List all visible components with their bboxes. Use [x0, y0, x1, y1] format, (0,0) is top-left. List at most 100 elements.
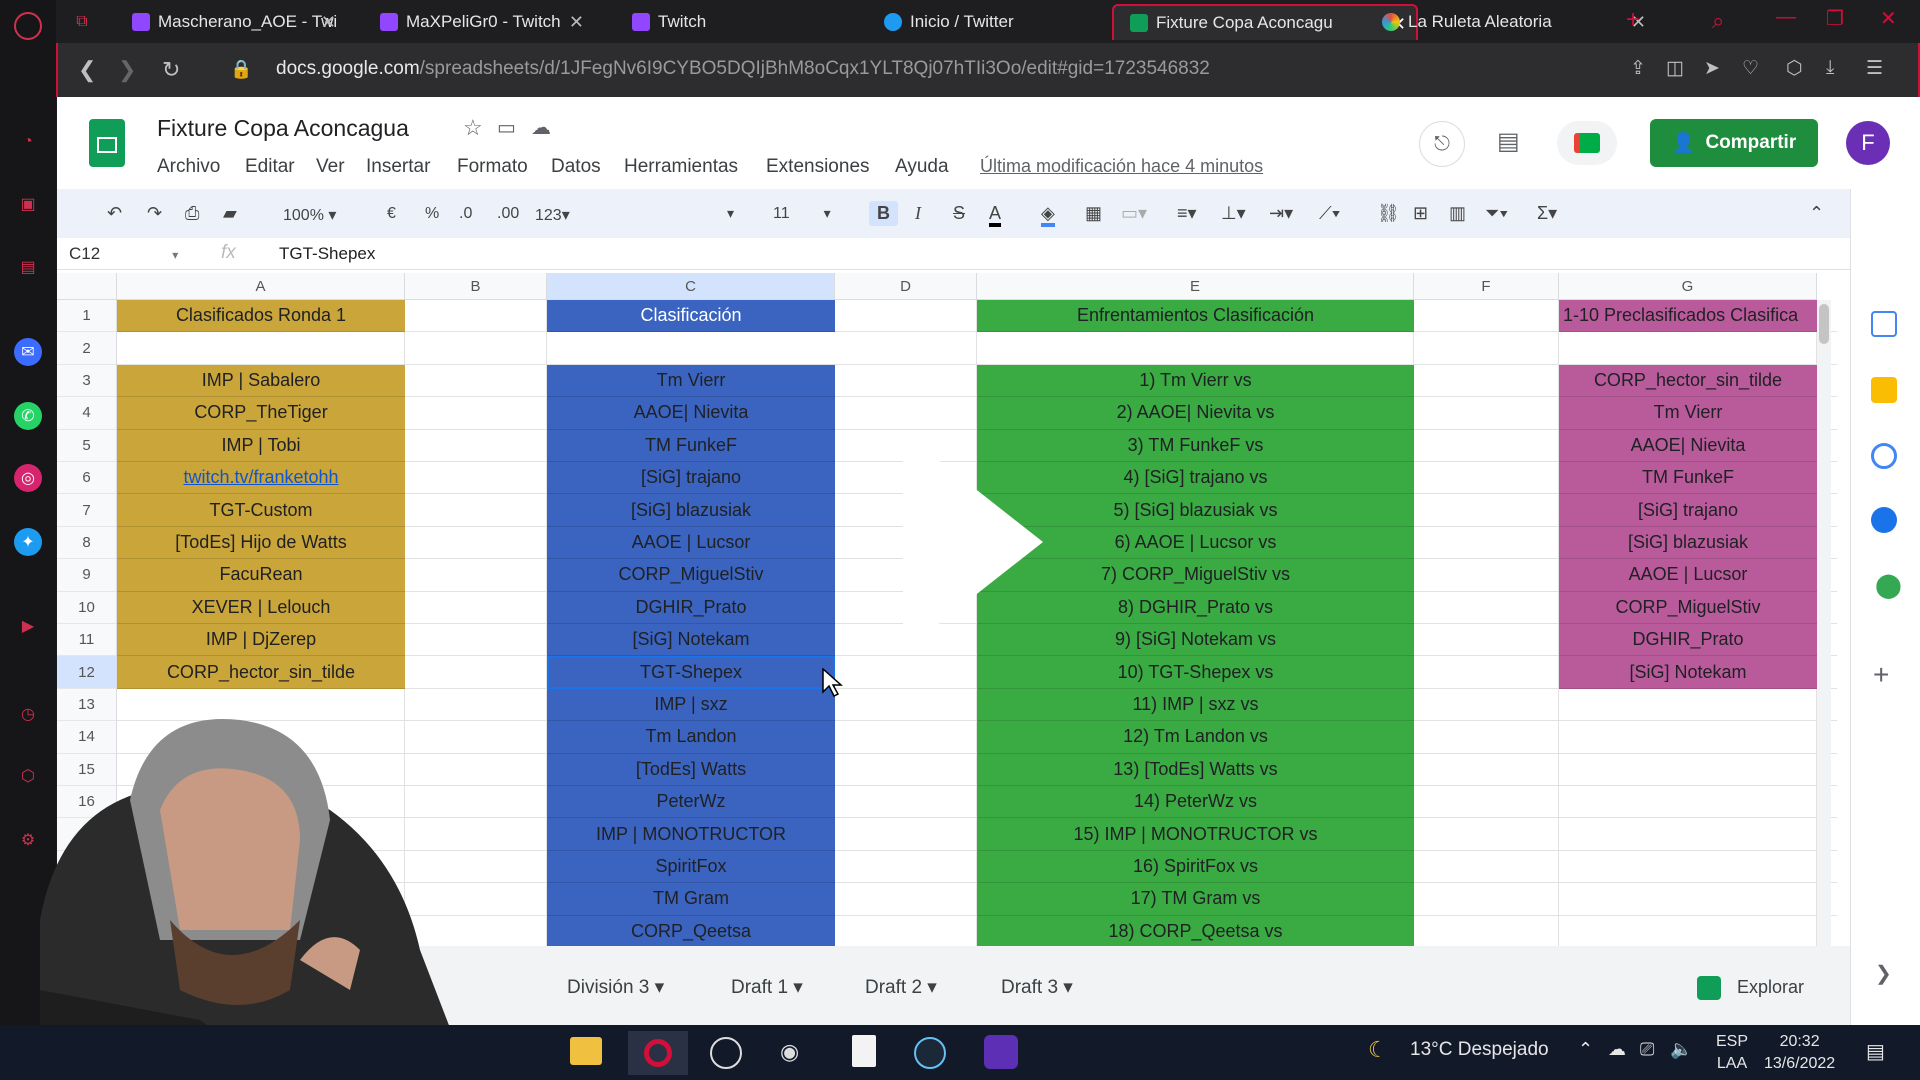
- sheet-tab-draft-2[interactable]: Draft 2 ▾: [865, 976, 937, 999]
- row-header-10[interactable]: 10: [57, 591, 117, 624]
- tab-mascherano[interactable]: Mascherano_AOE - Twi ✕: [116, 4, 346, 40]
- tab-ruleta[interactable]: La Ruleta Aleatoria ✕: [1366, 4, 1656, 40]
- document-title[interactable]: Fixture Copa Aconcagua: [157, 115, 409, 142]
- restore-icon[interactable]: ❐: [1826, 6, 1844, 31]
- new-tab-icon[interactable]: +: [1626, 6, 1640, 34]
- paint-format-icon[interactable]: ▰: [223, 203, 237, 224]
- whatsapp-icon[interactable]: ✆: [14, 402, 42, 430]
- text-color-button[interactable]: A: [989, 203, 1002, 227]
- avatar[interactable]: F: [1846, 121, 1890, 165]
- cell-link[interactable]: twitch.tv/franketohh: [117, 462, 405, 495]
- sheet-tab-draft-3[interactable]: Draft 3 ▾: [1001, 976, 1073, 999]
- play-icon[interactable]: [903, 432, 1043, 652]
- share-button[interactable]: 👤 Compartir: [1650, 119, 1818, 167]
- steam-icon[interactable]: [914, 1037, 946, 1069]
- select-all-corner[interactable]: [57, 273, 117, 300]
- italic-button[interactable]: I: [915, 203, 921, 224]
- decrease-decimal-button[interactable]: .0: [459, 205, 472, 223]
- header-clasificacion[interactable]: Clasificación: [547, 300, 835, 333]
- menu-archivo[interactable]: Archivo: [157, 156, 220, 178]
- tab-maxpeli[interactable]: MaXPeliGr0 - Twitch ✕: [364, 4, 594, 40]
- share-page-icon[interactable]: ⇪: [1630, 57, 1646, 80]
- cell-clasificacion[interactable]: [SiG] blazusiak: [547, 494, 835, 527]
- opera-logo-icon[interactable]: [14, 12, 42, 40]
- tray-chevron-icon[interactable]: ⌃: [1578, 1039, 1593, 1060]
- shopping-icon[interactable]: ▣: [14, 190, 42, 218]
- align-vertical-icon[interactable]: ⊥▾: [1221, 203, 1246, 224]
- add-addon-icon[interactable]: +: [1873, 659, 1889, 691]
- text-wrap-icon[interactable]: ⇥▾: [1269, 203, 1293, 224]
- cell-clasificacion[interactable]: SpiritFox: [547, 850, 835, 884]
- comment-icon[interactable]: ⊞: [1413, 203, 1428, 224]
- cell-clasificacion[interactable]: CORP_Qeetsa: [547, 915, 835, 946]
- twitch-sidebar-icon[interactable]: ▤: [14, 253, 42, 281]
- cell-preclasificado[interactable]: [SiG] trajano: [1559, 494, 1817, 527]
- align-horizontal-icon[interactable]: ≡▾: [1177, 203, 1197, 224]
- maps-icon[interactable]: ⬤: [1875, 571, 1902, 600]
- obs-icon[interactable]: [710, 1037, 742, 1069]
- messenger-icon[interactable]: ✉: [14, 338, 42, 366]
- cell-clasificacion[interactable]: [TodEs] Watts: [547, 753, 835, 786]
- cell-enfrentamiento[interactable]: 2) AAOE| Nievita vs: [977, 397, 1414, 430]
- cell-preclasificado[interactable]: [SiG] Notekam: [1559, 656, 1817, 689]
- link-icon[interactable]: ⛓: [1377, 203, 1400, 224]
- chart-icon[interactable]: ▥: [1449, 203, 1466, 224]
- cell-clasificacion[interactable]: Tm Landon: [547, 721, 835, 754]
- player-icon[interactable]: ▶: [14, 612, 42, 640]
- formula-input[interactable]: TGT-Shepex: [279, 244, 375, 264]
- fill-color-icon[interactable]: ◈: [1041, 203, 1055, 227]
- column-header-f[interactable]: F: [1414, 273, 1559, 300]
- row-header-3[interactable]: 3: [57, 364, 117, 398]
- tasks-icon[interactable]: [1871, 443, 1897, 469]
- calendar-icon[interactable]: [1871, 311, 1897, 337]
- cell-clasificacion[interactable]: TM Gram: [547, 883, 835, 916]
- document-icon[interactable]: [852, 1035, 876, 1067]
- explore-button[interactable]: Explorar: [1697, 976, 1804, 1000]
- workspaces-icon[interactable]: ⧉: [68, 8, 96, 36]
- cell-clasificacion[interactable]: [SiG] trajano: [547, 462, 835, 495]
- cell-clasificacion[interactable]: TM FunkeF: [547, 429, 835, 462]
- cell-enfrentamiento[interactable]: 10) TGT-Shepex vs: [977, 656, 1414, 689]
- language-indicator[interactable]: ESP LAA: [1716, 1031, 1748, 1075]
- opera-taskbar-button[interactable]: [628, 1031, 688, 1075]
- cell-clasificacion[interactable]: IMP | sxz: [547, 688, 835, 722]
- last-modified-link[interactable]: Última modificación hace 4 minutos: [980, 156, 1263, 177]
- reload-icon[interactable]: ↻: [162, 57, 180, 83]
- send-icon[interactable]: ➤: [1704, 57, 1720, 80]
- cube-icon[interactable]: ⬡: [1786, 57, 1803, 80]
- menu-ayuda[interactable]: Ayuda: [895, 156, 949, 178]
- contacts-icon[interactable]: [1871, 507, 1897, 533]
- gamepad-icon[interactable]: ◉: [780, 1039, 799, 1065]
- file-explorer-icon[interactable]: [570, 1037, 602, 1065]
- comments-icon[interactable]: ▤: [1497, 127, 1520, 156]
- cell-c2[interactable]: [547, 332, 835, 365]
- sheet-tab-draft-1[interactable]: Draft 1 ▾: [731, 976, 803, 999]
- row-header-1[interactable]: 1: [57, 300, 117, 333]
- text-rotate-icon[interactable]: ⟋▾: [1319, 203, 1340, 224]
- filter-icon[interactable]: ⏷▾: [1485, 203, 1508, 224]
- star-icon[interactable]: ☆: [463, 115, 483, 141]
- menu-insertar[interactable]: Insertar: [366, 156, 430, 178]
- borders-icon[interactable]: ▦: [1085, 203, 1102, 224]
- onedrive-icon[interactable]: ☁: [1608, 1039, 1626, 1060]
- column-header-b[interactable]: B: [405, 273, 547, 300]
- menu-datos[interactable]: Datos: [551, 156, 601, 178]
- row-header-12[interactable]: 12: [57, 656, 117, 689]
- row-header-6[interactable]: 6: [57, 462, 117, 495]
- bold-button[interactable]: B: [869, 201, 898, 226]
- cell-enfrentamiento[interactable]: 13) [TodEs] Watts vs: [977, 753, 1414, 786]
- cell-preclasificado[interactable]: CORP_hector_sin_tilde: [1559, 364, 1817, 398]
- twitter-sidebar-icon[interactable]: ✦: [14, 528, 42, 556]
- cell-clasificacion[interactable]: Tm Vierr: [547, 364, 835, 398]
- redo-icon[interactable]: ↷: [147, 203, 162, 224]
- cell-preclasificado[interactable]: AAOE| Nievita: [1559, 429, 1817, 462]
- font-size-select[interactable]: 11 ▾: [773, 205, 831, 223]
- tab-search-icon[interactable]: ⌕: [1712, 8, 1724, 34]
- cell-clasificacion[interactable]: [SiG] Notekam: [547, 624, 835, 657]
- column-header-a[interactable]: A: [117, 273, 405, 300]
- forward-icon[interactable]: ❯: [118, 57, 136, 83]
- scrollbar-thumb[interactable]: [1819, 304, 1829, 344]
- cell-clasificado[interactable]: IMP | Tobi: [117, 429, 405, 462]
- clock[interactable]: 20:32 13/6/2022: [1764, 1031, 1835, 1075]
- undo-icon[interactable]: ↶: [107, 203, 122, 224]
